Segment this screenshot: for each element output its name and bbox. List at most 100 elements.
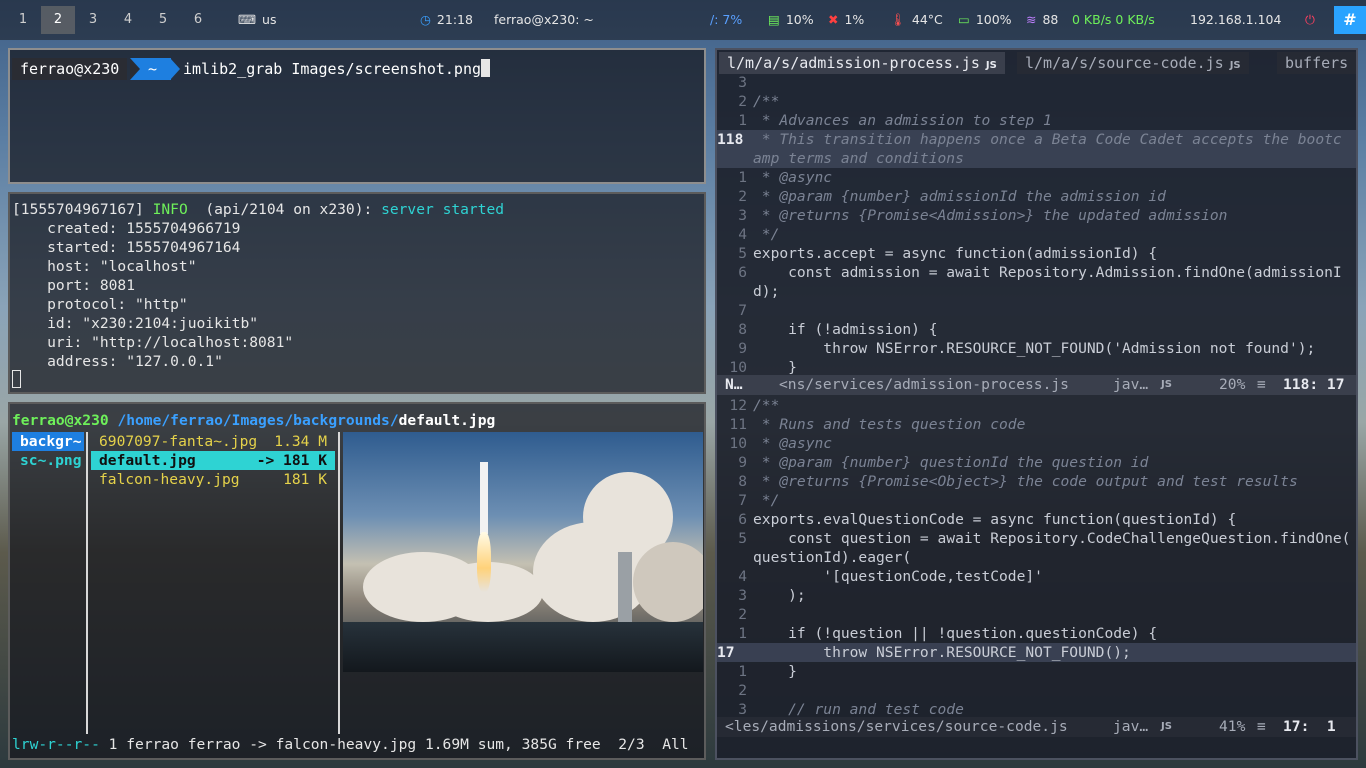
code-line[interactable]: 2 * @param {number} admissionId the admi… bbox=[717, 187, 1356, 206]
code-text: * Runs and tests question code bbox=[753, 416, 1026, 433]
battery-icon: ▭ bbox=[958, 12, 970, 27]
workspace-6[interactable]: 6 bbox=[181, 6, 215, 34]
code-line[interactable]: questionId).eager( bbox=[717, 548, 1356, 567]
terminal-prompt-pane[interactable]: ferrao@x230 ~ imlib2_grab Images/screens… bbox=[8, 48, 706, 184]
server-log-pane[interactable]: [1555704967167] INFO (api/2104 on x230):… bbox=[8, 192, 706, 394]
workspace-3[interactable]: 3 bbox=[76, 6, 110, 34]
code-text: * @async bbox=[753, 169, 833, 186]
editor-tab[interactable]: l/m/a/s/source-code.js JS bbox=[1017, 52, 1249, 74]
code-line[interactable]: 9 throw NSError.RESOURCE_NOT_FOUND('Admi… bbox=[717, 339, 1356, 358]
slack-icon[interactable]: # bbox=[1334, 6, 1366, 34]
line-number: 3 bbox=[738, 207, 747, 224]
code-line[interactable]: 4 '[questionCode,testCode]' bbox=[717, 567, 1356, 586]
code-line[interactable]: amp terms and conditions bbox=[717, 149, 1356, 168]
workspace-4[interactable]: 4 bbox=[111, 6, 145, 34]
code-line[interactable]: 7 bbox=[717, 301, 1356, 320]
code-text: * @returns {Promise<Admission>} the upda… bbox=[753, 207, 1228, 224]
code-text: if (!question || !question.questionCode)… bbox=[753, 625, 1158, 642]
keyboard-layout[interactable]: ⌨ us bbox=[238, 12, 276, 27]
code-line[interactable]: 6 exports.evalQuestionCode = async functi… bbox=[717, 510, 1356, 529]
wifi[interactable]: ≋ 88 bbox=[1026, 12, 1058, 27]
code-line[interactable]: 3 bbox=[717, 73, 1356, 92]
editor-tab[interactable]: l/m/a/s/admission-process.js JS bbox=[719, 52, 1005, 74]
status-filetype: jav… bbox=[1113, 718, 1149, 735]
file-entry[interactable]: falcon-heavy.jpg 181 K bbox=[91, 470, 335, 489]
menu-icon: ≡ bbox=[1257, 376, 1266, 393]
line-number: 1 bbox=[738, 169, 747, 186]
code-text: * @returns {Promise<Object>} the code ou… bbox=[753, 473, 1298, 490]
net-speed: 0 KB/s 0 KB/s bbox=[1072, 12, 1155, 27]
file-size: -> 181 K bbox=[256, 452, 327, 469]
code-line[interactable]: 4 */ bbox=[717, 225, 1356, 244]
js-icon: JS bbox=[1161, 721, 1172, 732]
status-percent: 41% bbox=[1219, 718, 1246, 735]
line-number: 4 bbox=[738, 568, 747, 585]
status-filename: <ns/services/admission-process.js bbox=[779, 376, 1069, 393]
status-filetype: jav… bbox=[1113, 376, 1149, 393]
file-manager-pane[interactable]: ferrao@x230 /home/ferrao/Images/backgrou… bbox=[8, 402, 706, 760]
mode-indicator: N… bbox=[725, 376, 743, 393]
code-line[interactable]: 8 if (!admission) { bbox=[717, 320, 1356, 339]
code-text: * @param {number} admissionId the admiss… bbox=[753, 188, 1166, 205]
code-line[interactable]: 7 */ bbox=[717, 491, 1356, 510]
parent-entry[interactable]: backgr~ bbox=[12, 432, 84, 451]
code-text: } bbox=[753, 663, 797, 680]
workspace-2[interactable]: 2 bbox=[41, 6, 75, 34]
code-text: questionId).eager( bbox=[753, 549, 912, 566]
code-line[interactable]: 2 /** bbox=[717, 92, 1356, 111]
code-line[interactable]: 1 * @async bbox=[717, 168, 1356, 187]
workspace-5[interactable]: 5 bbox=[146, 6, 180, 34]
line-number: 1 bbox=[738, 625, 747, 642]
line-number: 118 bbox=[717, 131, 744, 148]
wifi-icon: ≋ bbox=[1026, 12, 1037, 27]
file-name: default.jpg bbox=[99, 452, 196, 469]
image-preview bbox=[343, 432, 703, 672]
code-line[interactable]: 2 bbox=[717, 681, 1356, 700]
menu-icon: ≡ bbox=[1257, 718, 1266, 735]
log-line: protocol: "http" bbox=[12, 296, 188, 313]
code-line[interactable]: 1 } bbox=[717, 662, 1356, 681]
text-cursor bbox=[481, 59, 491, 77]
line-number: 8 bbox=[738, 473, 747, 490]
code-editor-pane[interactable]: l/m/a/s/admission-process.js JS l/m/a/s/so… bbox=[715, 48, 1358, 760]
code-text: * This transition happens once a Beta Co… bbox=[753, 131, 1342, 148]
code-line[interactable]: 5 exports.accept = async function(admissi… bbox=[717, 244, 1356, 263]
prompt-user: ferrao@x230 bbox=[12, 58, 128, 80]
code-text: const admission = await Repository.Admis… bbox=[753, 264, 1342, 281]
status-position: 17: 1 bbox=[1283, 718, 1336, 735]
status-percent: 20% bbox=[1219, 376, 1246, 393]
memory-icon: ▤ bbox=[768, 12, 780, 27]
tab-label: buffers bbox=[1285, 54, 1349, 72]
code-line[interactable]: 10 * @async bbox=[717, 434, 1356, 453]
code-line[interactable]: 3 * @returns {Promise<Admission>} the up… bbox=[717, 206, 1356, 225]
code-line[interactable]: d); bbox=[717, 282, 1356, 301]
code-line[interactable]: 1 * Advances an admission to step 1 bbox=[717, 111, 1356, 130]
code-line[interactable]: 8 * @returns {Promise<Object>} the code … bbox=[717, 472, 1356, 491]
line-number: 4 bbox=[738, 226, 747, 243]
column-divider bbox=[86, 432, 88, 734]
code-line[interactable]: 1 if (!question || !question.questionCod… bbox=[717, 624, 1356, 643]
code-line[interactable]: 118 * This transition happens once a Bet… bbox=[717, 130, 1356, 149]
code-line[interactable]: 9 * @param {number} questionId the quest… bbox=[717, 453, 1356, 472]
code-line[interactable]: 11 * Runs and tests question code bbox=[717, 415, 1356, 434]
code-line[interactable]: 3 ); bbox=[717, 586, 1356, 605]
code-line[interactable]: 2 bbox=[717, 605, 1356, 624]
command-line[interactable]: imlib2_grab Images/screenshot.png bbox=[183, 58, 491, 80]
power-icon[interactable]: ⏻ bbox=[1305, 12, 1315, 28]
code-line[interactable]: 5 const question = await Repository.Code… bbox=[717, 529, 1356, 548]
editor-tab[interactable]: buffers bbox=[1277, 52, 1356, 74]
code-line[interactable]: 6 const admission = await Repository.Adm… bbox=[717, 263, 1356, 282]
file-entry[interactable]: default.jpg -> 181 K bbox=[91, 451, 335, 470]
line-number: 1 bbox=[738, 112, 747, 129]
parent-entry[interactable]: sc~.png bbox=[12, 451, 84, 470]
code-line[interactable]: 17 throw NSError.RESOURCE_NOT_FOUND(); bbox=[717, 643, 1356, 662]
window-title: ferrao@x230: ~ bbox=[494, 12, 594, 27]
file-entry[interactable]: 6907097-fanta~.jpg 1.34 M bbox=[91, 432, 335, 451]
js-icon: JS bbox=[1161, 379, 1172, 390]
code-line[interactable]: 12 /** bbox=[717, 396, 1356, 415]
line-number: 10 bbox=[729, 435, 747, 452]
workspace-1[interactable]: 1 bbox=[6, 6, 40, 34]
line-number: 6 bbox=[738, 264, 747, 281]
js-icon: JS bbox=[1229, 60, 1241, 71]
line-number: 3 bbox=[738, 587, 747, 604]
